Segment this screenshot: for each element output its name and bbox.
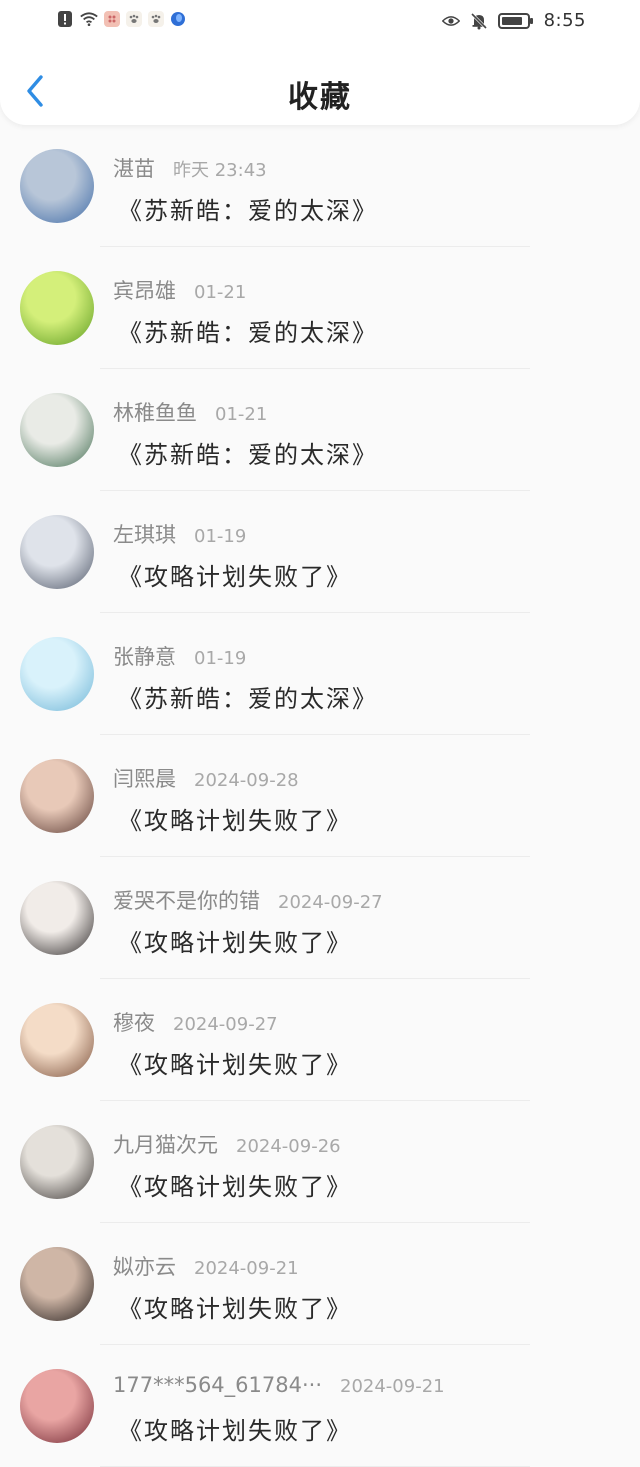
avatar[interactable]: [20, 637, 94, 711]
avatar[interactable]: [20, 881, 94, 955]
timestamp: 01-21: [194, 282, 247, 303]
bell-muted-icon: [470, 12, 488, 30]
item-meta: 九月猫次元 2024-09-26: [113, 1129, 341, 1159]
favorites-list: 湛苗 昨天 23:43 《苏新皓：爱的太深》 宾昂雄 01-21 《苏新皓：爱的太深》 林稚…: [0, 125, 640, 1467]
avatar[interactable]: [20, 1125, 94, 1199]
item-meta: 闫熙晨 2024-09-28: [113, 763, 299, 793]
list-item[interactable]: 张静意 01-19 《苏新皓：爱的太深》: [0, 613, 640, 735]
battery-icon: [497, 12, 534, 30]
item-meta: 宾昂雄 01-21: [113, 275, 246, 305]
timestamp: 2024-09-26: [236, 1136, 341, 1157]
list-item[interactable]: 爱哭不是你的错 2024-09-27 《攻略计划失败了》: [0, 857, 640, 979]
user-name[interactable]: 张静意: [113, 641, 176, 671]
list-item[interactable]: 左琪琪 01-19 《攻略计划失败了》: [0, 491, 640, 613]
item-meta: 张静意 01-19: [113, 641, 246, 671]
paw-icon: [148, 11, 164, 27]
work-title[interactable]: 《攻略计划失败了》: [118, 1045, 352, 1080]
list-item[interactable]: 闫熙晨 2024-09-28 《攻略计划失败了》: [0, 735, 640, 857]
user-name[interactable]: 宾昂雄: [113, 275, 176, 305]
avatar[interactable]: [20, 149, 94, 223]
user-name[interactable]: 左琪琪: [113, 519, 176, 549]
user-name[interactable]: 闫熙晨: [113, 763, 176, 793]
timestamp: 01-19: [194, 648, 247, 669]
work-title[interactable]: 《苏新皓：爱的太深》: [118, 313, 378, 348]
work-title[interactable]: 《苏新皓：爱的太深》: [118, 435, 378, 470]
avatar[interactable]: [20, 1003, 94, 1077]
user-name[interactable]: 湛苗: [113, 153, 155, 183]
work-title[interactable]: 《苏新皓：爱的太深》: [118, 191, 378, 226]
avatar[interactable]: [20, 1247, 94, 1321]
page-title: 收藏: [288, 80, 352, 115]
user-name[interactable]: 姒亦云: [113, 1251, 176, 1281]
top-header: 8:55 收藏: [0, 0, 640, 125]
work-title[interactable]: 《攻略计划失败了》: [118, 557, 352, 592]
item-meta: 湛苗 昨天 23:43: [113, 153, 267, 183]
status-right-icons: 8:55: [441, 10, 586, 31]
eye-icon: [441, 12, 460, 30]
item-meta: 左琪琪 01-19: [113, 519, 246, 549]
timestamp: 昨天 23:43: [173, 160, 267, 181]
avatar[interactable]: [20, 393, 94, 467]
list-item[interactable]: 湛苗 昨天 23:43 《苏新皓：爱的太深》: [0, 125, 640, 247]
status-left-icons: [56, 10, 186, 28]
user-name[interactable]: 林稚鱼鱼: [113, 397, 197, 427]
user-name[interactable]: 177***564_61784···: [113, 1373, 322, 1397]
alert-icon: [56, 10, 74, 28]
list-item[interactable]: 穆夜 2024-09-27 《攻略计划失败了》: [0, 979, 640, 1101]
list-item[interactable]: 姒亦云 2024-09-21 《攻略计划失败了》: [0, 1223, 640, 1345]
avatar[interactable]: [20, 759, 94, 833]
item-meta: 爱哭不是你的错 2024-09-27: [113, 885, 383, 915]
timestamp: 2024-09-21: [194, 1258, 299, 1279]
timestamp: 01-21: [215, 404, 268, 425]
timestamp: 2024-09-27: [173, 1014, 278, 1035]
app-notification-icon: [104, 11, 120, 27]
user-name[interactable]: 九月猫次元: [113, 1129, 218, 1159]
avatar[interactable]: [20, 271, 94, 345]
avatar[interactable]: [20, 1369, 94, 1443]
work-title[interactable]: 《攻略计划失败了》: [118, 1167, 352, 1202]
wifi-icon: [80, 10, 98, 28]
status-time: 8:55: [543, 10, 586, 31]
list-item[interactable]: 林稚鱼鱼 01-21 《苏新皓：爱的太深》: [0, 369, 640, 491]
timestamp: 2024-09-21: [340, 1376, 445, 1397]
globe-icon: [170, 11, 186, 27]
user-name[interactable]: 爱哭不是你的错: [113, 885, 260, 915]
user-name[interactable]: 穆夜: [113, 1007, 155, 1037]
list-item[interactable]: 宾昂雄 01-21 《苏新皓：爱的太深》: [0, 247, 640, 369]
item-meta: 林稚鱼鱼 01-21: [113, 397, 267, 427]
item-meta: 姒亦云 2024-09-21: [113, 1251, 299, 1281]
list-item[interactable]: 177***564_61784··· 2024-09-21 《攻略计划失败了》: [0, 1345, 640, 1467]
status-bar: 8:55: [0, 0, 640, 44]
work-title[interactable]: 《攻略计划失败了》: [118, 1411, 352, 1446]
work-title[interactable]: 《苏新皓：爱的太深》: [118, 679, 378, 714]
timestamp: 2024-09-28: [194, 770, 299, 791]
work-title[interactable]: 《攻略计划失败了》: [118, 923, 352, 958]
item-meta: 穆夜 2024-09-27: [113, 1007, 278, 1037]
paw-icon: [126, 11, 142, 27]
timestamp: 01-19: [194, 526, 247, 547]
list-item[interactable]: 九月猫次元 2024-09-26 《攻略计划失败了》: [0, 1101, 640, 1223]
work-title[interactable]: 《攻略计划失败了》: [118, 801, 352, 836]
item-meta: 177***564_61784··· 2024-09-21: [113, 1373, 445, 1397]
timestamp: 2024-09-27: [278, 892, 383, 913]
work-title[interactable]: 《攻略计划失败了》: [118, 1289, 352, 1324]
avatar[interactable]: [20, 515, 94, 589]
